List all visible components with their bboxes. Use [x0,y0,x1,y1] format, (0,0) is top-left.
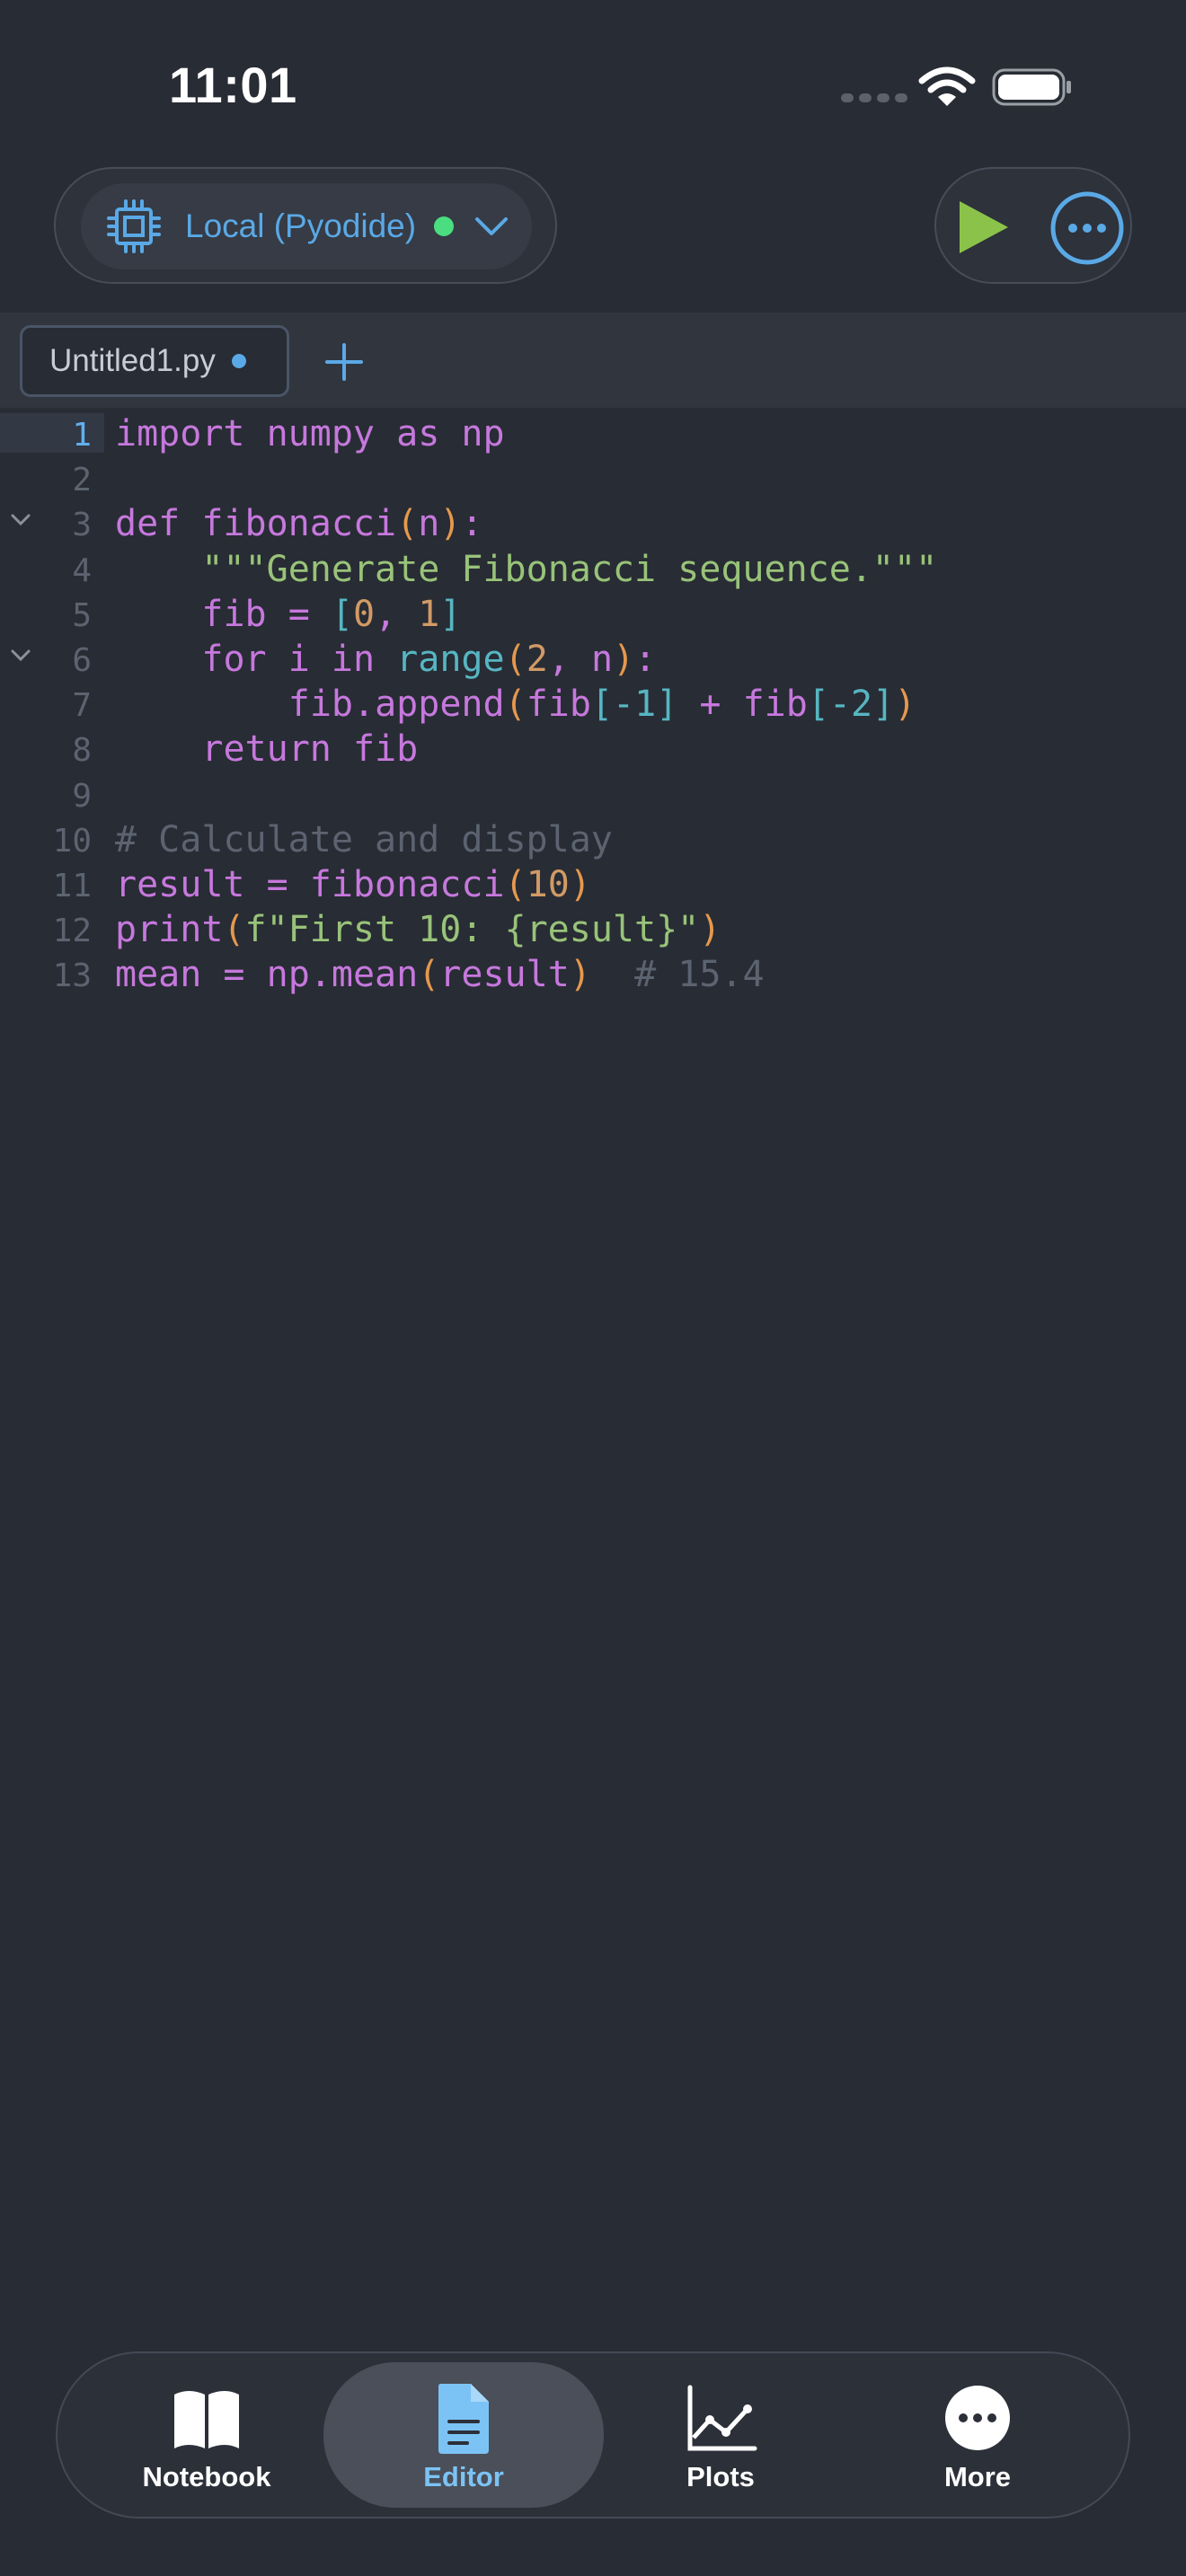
code-text: import numpy as np [115,413,505,454]
file-tab[interactable]: Untitled1.py [20,325,289,397]
cpu-icon [107,199,161,253]
code-text: result = fibonacci(10) [115,864,591,905]
code-line[interactable]: 7 fib.append(fib[-1] + fib[-2]) [0,684,1186,728]
unsaved-indicator [231,354,246,368]
code-text: mean = np.mean(result) # 15.4 [115,954,765,996]
line-number: 9 [72,777,92,815]
line-number: 7 [72,687,92,725]
code-line[interactable]: 13 mean = np.mean(result) # 15.4 [0,954,1186,999]
kernel-status-indicator [434,216,455,236]
line-number: 4 [72,551,92,589]
line-number: 1 [72,417,92,454]
code-text: """Generate Fibonacci sequence.""" [201,548,938,590]
add-tab-button[interactable] [323,341,365,383]
more-icon [945,2386,1010,2450]
kernel-selector[interactable]: Local (Pyodide) [81,183,532,269]
line-number: 10 [52,822,92,860]
plus-icon [325,343,363,381]
line-number: 11 [52,868,92,904]
nav-notebook[interactable]: Notebook [72,2362,341,2508]
chart-icon [687,2385,757,2451]
line-number: 5 [72,596,92,634]
code-text: fib.append(fib[-1] + fib[-2]) [288,684,916,726]
code-text: fib = [0, 1] [201,593,462,635]
document-icon [438,2384,489,2454]
more-options-button[interactable] [1048,189,1127,268]
wifi-icon [918,66,976,106]
cellular-signal-icon [841,93,907,102]
file-tab-label: Untitled1.py [49,343,216,378]
book-icon [174,2391,239,2448]
nav-label: Notebook [142,2461,271,2492]
code-line[interactable]: 10 # Calculate and display [0,819,1186,864]
play-icon [960,201,1008,253]
code-line[interactable]: 6 for i in range(2, n): [0,639,1186,684]
code-line[interactable]: 12 print(f"First 10: {result}") [0,909,1186,954]
line-number: 12 [52,913,92,950]
code-line[interactable]: 4 """Generate Fibonacci sequence.""" [0,549,1186,594]
nav-label: More [943,2461,1012,2492]
nav-plots[interactable]: Plots [586,2362,855,2508]
status-time: 11:01 [169,57,297,113]
code-line[interactable]: 2 [0,458,1186,503]
fold-chevron-icon[interactable] [9,648,32,664]
code-line[interactable]: 8 return fib [0,728,1186,773]
nav-label: Plots [686,2461,755,2492]
code-text: # Calculate and display [115,818,613,860]
fold-chevron-icon[interactable] [9,512,32,528]
nav-editor[interactable]: Editor [323,2362,604,2508]
code-line[interactable]: 5 fib = [0, 1] [0,594,1186,639]
line-number: 2 [72,462,92,499]
code-text: for i in range(2, n): [201,639,657,680]
line-number: 13 [52,957,92,995]
code-line[interactable]: 3 def fibonacci(n): [0,503,1186,548]
kernel-label: Local (Pyodide) [185,207,417,244]
run-button[interactable] [952,196,1015,259]
battery-icon [992,68,1071,106]
code-line[interactable]: 1 import numpy as np [0,413,1186,458]
nav-more[interactable]: More [843,2362,1112,2508]
code-text: print(f"First 10: {result}") [115,909,721,951]
code-text: def fibonacci(n): [115,503,483,545]
code-line[interactable]: 11 result = fibonacci(10) [0,864,1186,909]
chevron-down-icon [475,217,509,235]
code-text: return fib [201,728,419,771]
nav-label: Editor [423,2461,504,2492]
line-number: 8 [72,732,92,770]
code-line[interactable]: 9 [0,774,1186,819]
